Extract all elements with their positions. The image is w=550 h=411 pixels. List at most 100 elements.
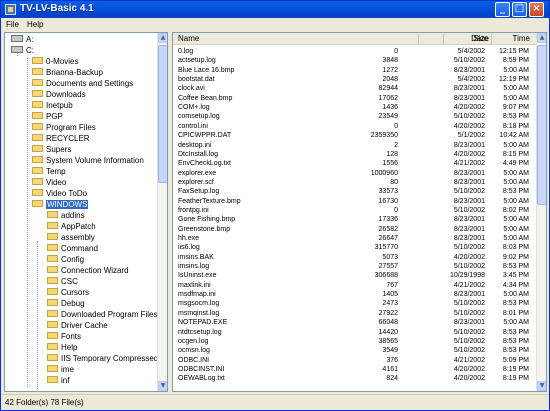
tree-item[interactable]: Supers — [32, 144, 71, 155]
file-row[interactable]: msmqinst.log 27922 5/10/2002 8:01 PM — [173, 309, 538, 318]
file-row[interactable]: control.ini 0 4/20/2002 8:18 PM — [173, 122, 538, 131]
file-row[interactable]: maxlink.ini 767 4/21/2002 4:34 PM — [173, 281, 538, 290]
file-list[interactable]: Name Size Date Time 0.log 0 5/4/2002 12:15 … — [172, 32, 547, 392]
tree-item[interactable]: Config — [47, 254, 84, 265]
tree-item[interactable]: System Volume Information — [32, 155, 144, 166]
tree-scrollbar[interactable]: ▲ ▼ — [157, 33, 167, 391]
file-row[interactable]: CPICWPPR.DAT 2359350 5/1/2002 10:42 AM — [173, 131, 538, 140]
file-row[interactable]: imsins.log 27557 5/10/2002 8:53 PM — [173, 262, 538, 271]
tree-item[interactable]: Inetpub — [32, 100, 73, 111]
file-row[interactable]: Blue Lace 16.bmp 1272 8/23/2001 5:00 AM — [173, 66, 538, 75]
file-row[interactable]: FaxSetup.log 33573 5/10/2002 8:53 PM — [173, 187, 538, 196]
tree-item-selected[interactable]: WINDOWS — [32, 199, 89, 210]
tree-item-label: Help — [61, 343, 78, 352]
tree-item[interactable]: Downloaded Program Files — [47, 309, 158, 320]
folder-icon — [47, 211, 58, 219]
minimize-button[interactable]: _ — [495, 2, 510, 17]
tree-item[interactable]: Help — [47, 342, 77, 353]
file-row[interactable]: imsins.BAK 5073 4/20/2002 9:02 PM — [173, 253, 538, 262]
tree-item[interactable]: CSC — [47, 276, 78, 287]
file-row[interactable]: ODBCINST.INI 4161 4/20/2002 8:19 PM — [173, 365, 538, 374]
file-row[interactable]: clock.avi 82944 8/23/2001 5:00 AM — [173, 84, 538, 93]
file-row[interactable]: EnvCheckLog.txt 1556 4/21/2002 4:49 PM — [173, 159, 538, 168]
scroll-up-arrow[interactable]: ▲ — [537, 33, 546, 43]
file-time: 5:00 AM — [503, 94, 529, 102]
tree-item[interactable]: Brianna-Backup — [32, 67, 103, 78]
column-divider[interactable] — [418, 34, 419, 44]
file-row[interactable]: comsetup.log 23549 5/10/2002 8:53 PM — [173, 112, 538, 121]
tree-item[interactable]: Program Files — [32, 122, 96, 133]
tree-item[interactable]: inf — [47, 375, 69, 386]
file-row[interactable]: iis6.log 315770 5/10/2002 8:03 PM — [173, 243, 538, 252]
tree-item-label: System Volume Information — [46, 156, 144, 165]
file-row[interactable]: OEWABLog.txt 824 4/20/2002 8:19 PM — [173, 374, 538, 383]
tree-item[interactable]: AppPatch — [47, 221, 96, 232]
tree-item[interactable]: RECYCLER — [32, 133, 90, 144]
column-divider[interactable] — [491, 34, 492, 44]
tree-item[interactable]: Driver Cache — [47, 320, 108, 331]
column-name[interactable]: Name — [178, 33, 199, 45]
file-row[interactable]: FeatherTexture.bmp 16730 8/23/2001 5:00 AM — [173, 197, 538, 206]
folder-tree[interactable]: A: C: 0-Movies Brianna-Backup Documents and … — [4, 32, 168, 392]
file-row[interactable]: msgsocm.log 2473 5/10/2002 8:53 PM — [173, 299, 538, 308]
column-divider[interactable] — [443, 34, 444, 44]
tree-item-label: Fonts — [61, 332, 82, 341]
file-name: ocmsn.log — [178, 347, 210, 355]
list-scrollbar[interactable]: ▲ ▼ — [536, 33, 546, 391]
file-row[interactable]: DtcInstall.log 128 4/20/2002 8:15 PM — [173, 150, 538, 159]
file-row[interactable]: actsetup.log 3848 5/10/2002 8:59 PM — [173, 56, 538, 65]
file-row[interactable]: IsUninst.exe 306688 10/29/1998 3:45 PM — [173, 271, 538, 280]
tree-item[interactable]: Documents and Settings — [32, 78, 133, 89]
tree-item[interactable]: Debug — [47, 298, 85, 309]
file-row[interactable]: ocgen.log 38565 5/10/2002 8:53 PM — [173, 337, 538, 346]
scroll-up-arrow[interactable]: ▲ — [158, 33, 167, 43]
file-row[interactable]: hh.exe 26647 8/23/2001 5:00 AM — [173, 234, 538, 243]
column-date[interactable]: Date — [445, 33, 488, 45]
file-row[interactable]: explorer.scf 80 8/23/2001 5:00 AM — [173, 178, 538, 187]
scroll-down-arrow[interactable]: ▼ — [158, 381, 167, 391]
title-bar[interactable]: TV-LV-Basic 4.1 _ □ × — [1, 1, 549, 18]
scroll-thumb[interactable] — [158, 45, 167, 183]
scroll-down-arrow[interactable]: ▼ — [537, 381, 546, 391]
file-row[interactable]: bootstat.dat 2048 5/4/2002 12:19 PM — [173, 75, 538, 84]
maximize-button[interactable]: □ — [512, 2, 527, 17]
file-row[interactable]: ntdtcsetup.log 14420 5/10/2002 8:53 PM — [173, 328, 538, 337]
file-row[interactable]: Coffee Bean.bmp 17062 8/23/2001 5:00 AM — [173, 94, 538, 103]
menu-help[interactable]: Help — [27, 20, 43, 29]
file-row[interactable]: msdfmap.ini 1405 8/23/2001 5:00 AM — [173, 290, 538, 299]
tree-item[interactable]: Downloads — [32, 89, 86, 100]
tree-item[interactable]: Temp — [32, 166, 66, 177]
tree-item[interactable]: 0-Movies — [32, 56, 78, 67]
file-row[interactable]: ODBC.INI 376 4/21/2002 5:09 PM — [173, 356, 538, 365]
file-row[interactable]: Greenstone.bmp 26582 8/23/2001 5:00 AM — [173, 225, 538, 234]
menu-file[interactable]: File — [6, 20, 19, 29]
tree-item[interactable]: Video — [32, 177, 66, 188]
tree-item[interactable]: C: — [11, 45, 34, 56]
tree-item[interactable]: Video ToDo — [32, 188, 87, 199]
tree-item[interactable]: Connection Wizard — [47, 265, 129, 276]
tree-item[interactable]: Command — [47, 243, 98, 254]
file-time: 8:53 PM — [502, 300, 529, 308]
close-button[interactable]: × — [529, 2, 544, 17]
scroll-thumb[interactable] — [537, 45, 546, 205]
tree-item[interactable]: IIS Temporary Compressed Fil — [47, 353, 167, 364]
tree-item[interactable]: ime — [47, 364, 74, 375]
file-row[interactable]: explorer.exe 1000960 8/23/2001 5:00 AM — [173, 169, 538, 178]
column-time[interactable]: Time — [493, 33, 530, 45]
file-row[interactable]: COM+.log 1436 4/20/2002 9:07 PM — [173, 103, 538, 112]
tree-item[interactable]: assembly — [47, 232, 95, 243]
file-row[interactable]: 0.log 0 5/4/2002 12:15 PM — [173, 47, 538, 56]
tree-item[interactable]: Cursors — [47, 287, 89, 298]
folder-icon — [32, 189, 43, 197]
file-row[interactable]: frontpg.ini 0 5/10/2002 8:02 PM — [173, 206, 538, 215]
tree-item[interactable]: A: — [11, 34, 34, 45]
tree-item[interactable]: Fonts — [47, 331, 81, 342]
file-row[interactable]: desktop.ini 2 8/23/2001 5:00 AM — [173, 141, 538, 150]
file-row[interactable]: ocmsn.log 3549 5/10/2002 8:53 PM — [173, 346, 538, 355]
folder-icon — [47, 310, 58, 318]
tree-item[interactable]: PGP — [32, 111, 63, 122]
file-name: FaxSetup.log — [178, 188, 220, 196]
file-row[interactable]: Gone Fishing.bmp 17336 8/23/2001 5:00 AM — [173, 215, 538, 224]
file-row[interactable]: NOTEPAD.EXE 66048 8/23/2001 5:00 AM — [173, 318, 538, 327]
tree-item[interactable]: addins — [47, 210, 85, 221]
